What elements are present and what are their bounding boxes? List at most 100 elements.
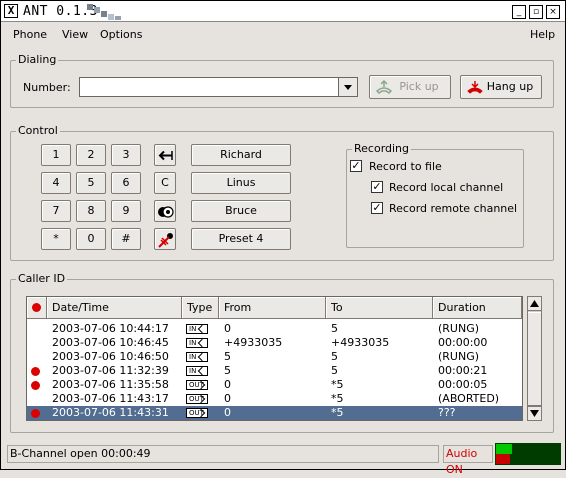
app-window: X ANT 0.1.3 _ ▫ × Phone View Options Hel…: [0, 0, 566, 476]
recording-label: Recording: [352, 142, 412, 155]
cell-duration: (RUNG): [438, 350, 480, 363]
key-1[interactable]: 1: [41, 144, 71, 166]
number-input[interactable]: [79, 77, 339, 97]
record-local-checkbox[interactable]: ✓: [371, 181, 383, 193]
status-bar: B-Channel open 00:00:49 Audio ON: [1, 443, 565, 476]
level-meter-in-bar: [496, 444, 512, 454]
red-dot-icon: [32, 303, 41, 312]
scroll-thumb[interactable]: [528, 312, 541, 406]
table-row[interactable]: 2003-07-06 10:46:45 +4933035 +4933035 00:00…: [27, 336, 522, 350]
backspace-button[interactable]: [154, 144, 176, 166]
key-8[interactable]: 8: [76, 200, 106, 222]
mute-button[interactable]: [154, 228, 176, 250]
key-hash[interactable]: #: [111, 228, 141, 250]
table-row[interactable]: 2003-07-06 10:46:50 5 5 (RUNG) IN: [27, 350, 522, 364]
window-menu-button[interactable]: X: [4, 4, 18, 18]
cell-duration: 00:00:00: [438, 336, 488, 349]
hangup-label: Hang up: [486, 80, 534, 93]
title-decoration: [87, 4, 121, 20]
key-6[interactable]: 6: [111, 172, 141, 194]
key-7[interactable]: 7: [41, 200, 71, 222]
number-label: Number:: [23, 81, 71, 94]
cell-datetime: 2003-07-06 10:46:45: [52, 336, 169, 349]
column-header-datetime[interactable]: Date/Time: [47, 297, 182, 319]
cell-to: *5: [331, 378, 344, 391]
menu-help[interactable]: Help: [530, 28, 555, 41]
menu-phone[interactable]: Phone: [13, 28, 47, 41]
key-9[interactable]: 9: [111, 200, 141, 222]
level-meter: [495, 443, 561, 465]
red-marker-icon: [158, 233, 173, 248]
table-row[interactable]: 2003-07-06 11:32:39 5 5 00:00:21 IN: [27, 364, 522, 378]
table-row[interactable]: 2003-07-06 11:35:58 0 *5 00:00:05 OUT: [27, 378, 522, 392]
speaker-icon: [158, 206, 174, 218]
record-remote-checkbox[interactable]: ✓: [371, 202, 383, 214]
column-header-duration[interactable]: Duration: [433, 297, 522, 319]
key-2[interactable]: 2: [76, 144, 106, 166]
cell-duration: (RUNG): [438, 322, 480, 335]
key-star[interactable]: *: [41, 228, 71, 250]
column-header-from[interactable]: From: [219, 297, 326, 319]
call-direction-icon: IN: [186, 338, 208, 348]
call-direction-icon: IN: [186, 366, 208, 376]
call-direction-icon: OUT: [186, 408, 208, 418]
column-header-type[interactable]: Type: [182, 297, 219, 319]
callerid-table[interactable]: Date/Time Type From To Duration 2003-07-…: [26, 296, 523, 421]
preset-bruce-button[interactable]: Bruce: [191, 200, 291, 222]
red-dot-icon: [31, 381, 40, 390]
column-header-marker[interactable]: [27, 297, 47, 319]
cell-from: 0: [224, 378, 231, 391]
cell-duration: 00:00:21: [438, 364, 488, 377]
scroll-down-button[interactable]: [528, 406, 541, 420]
pickup-button[interactable]: Pick up: [369, 75, 451, 99]
red-dot-icon: [31, 367, 40, 376]
cell-to: 5: [331, 364, 338, 377]
number-history-dropdown[interactable]: [338, 77, 358, 97]
call-direction-icon: OUT: [186, 394, 208, 404]
key-4[interactable]: 4: [41, 172, 71, 194]
red-dot-icon: [31, 409, 40, 418]
table-row[interactable]: 2003-07-06 11:43:31 0 *5??? OUT: [27, 406, 522, 420]
cell-datetime: 2003-07-06 10:46:50: [52, 350, 169, 363]
cell-duration: 00:00:05: [438, 378, 488, 391]
title-bar[interactable]: X ANT 0.1.3 _ ▫ ×: [1, 1, 565, 22]
cell-to: +4933035: [331, 336, 390, 349]
close-button[interactable]: ×: [546, 5, 560, 19]
cell-from: 5: [224, 350, 231, 363]
key-3[interactable]: 3: [111, 144, 141, 166]
column-header-to[interactable]: To: [326, 297, 433, 319]
cell-from: +4933035: [224, 336, 283, 349]
dialing-label: Dialing: [16, 53, 59, 66]
menu-view[interactable]: View: [62, 28, 88, 41]
status-text: B-Channel open 00:00:49: [7, 445, 439, 463]
cell-duration: ???: [438, 406, 456, 419]
cell-to: *5: [331, 392, 344, 405]
menu-options[interactable]: Options: [100, 28, 142, 41]
minimize-button[interactable]: _: [512, 5, 526, 19]
callerid-scrollbar[interactable]: [527, 296, 542, 421]
preset-linus-button[interactable]: Linus: [191, 172, 291, 194]
cell-datetime: 2003-07-06 10:44:17: [52, 322, 169, 335]
key-5[interactable]: 5: [76, 172, 106, 194]
pickup-label: Pick up: [399, 80, 439, 93]
cell-datetime: 2003-07-06 11:43:31: [52, 406, 169, 419]
maximize-button[interactable]: ▫: [529, 5, 543, 19]
clear-button[interactable]: C: [154, 172, 176, 194]
hangup-button[interactable]: Hang up: [460, 75, 542, 99]
callerid-label: Caller ID: [16, 272, 68, 285]
call-direction-icon: IN: [186, 352, 208, 362]
cell-datetime: 2003-07-06 11:43:17: [52, 392, 169, 405]
record-to-file-checkbox[interactable]: ✓: [350, 160, 362, 172]
speaker-button[interactable]: [154, 200, 176, 222]
arrow-down-icon: [530, 410, 539, 417]
preset-richard-button[interactable]: Richard: [191, 144, 291, 166]
table-row[interactable]: 2003-07-06 10:44:17 0 5 (RUNG) IN: [27, 322, 522, 336]
cell-datetime: 2003-07-06 11:32:39: [52, 364, 169, 377]
key-0[interactable]: 0: [76, 228, 106, 250]
table-row[interactable]: 2003-07-06 11:43:17 0 *5 (ABORTED) OUT: [27, 392, 522, 406]
cell-duration: (ABORTED): [438, 392, 500, 405]
cell-from: 0: [224, 322, 231, 335]
record-remote-label: Record remote channel: [389, 202, 518, 215]
scroll-up-button[interactable]: [528, 297, 541, 311]
preset-4-button[interactable]: Preset 4: [191, 228, 291, 250]
